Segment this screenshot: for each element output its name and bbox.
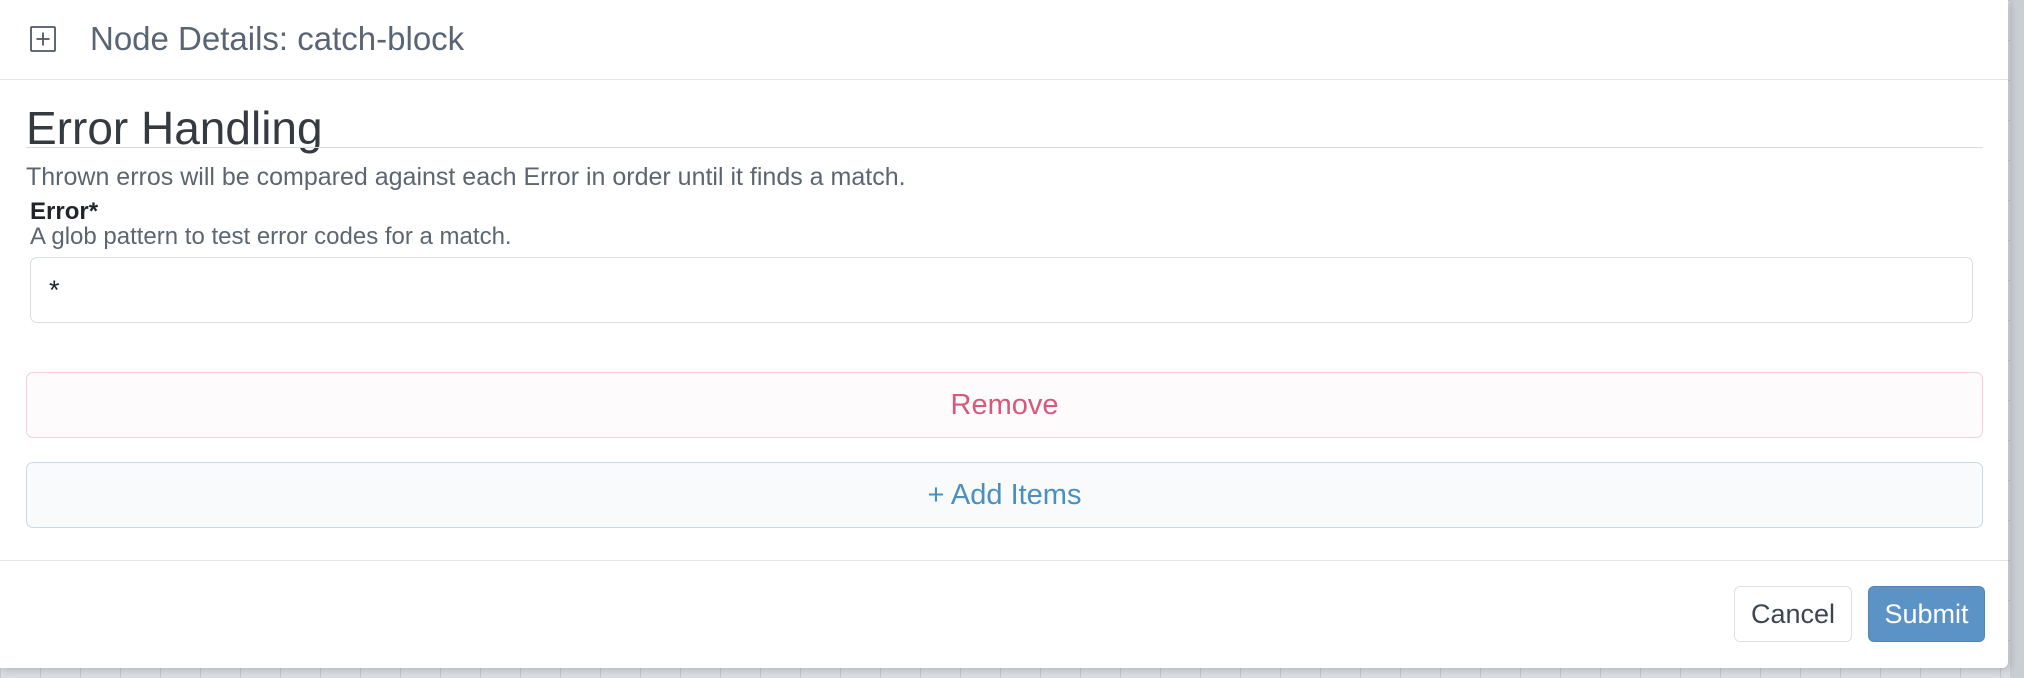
modal-footer: Cancel Submit [0, 560, 2008, 668]
modal-body: Error Handling Thrown erros will be comp… [0, 81, 2008, 561]
expand-square-icon[interactable] [30, 26, 56, 52]
section-divider [26, 147, 1983, 148]
background-scrollbar [2010, 0, 2024, 678]
error-pattern-input[interactable] [30, 257, 1973, 323]
node-details-modal: Node Details: catch-block Error Handling… [0, 0, 2008, 668]
modal-title: Node Details: catch-block [90, 20, 465, 57]
cancel-button[interactable]: Cancel [1734, 586, 1852, 642]
modal-header: Node Details: catch-block [0, 0, 2008, 80]
section-description: Thrown erros will be compared against ea… [26, 163, 906, 191]
submit-button[interactable]: Submit [1868, 586, 1985, 642]
error-field-help: A glob pattern to test error codes for a… [30, 223, 512, 250]
remove-button[interactable]: Remove [26, 372, 1983, 438]
add-items-button[interactable]: + Add Items [26, 462, 1983, 528]
